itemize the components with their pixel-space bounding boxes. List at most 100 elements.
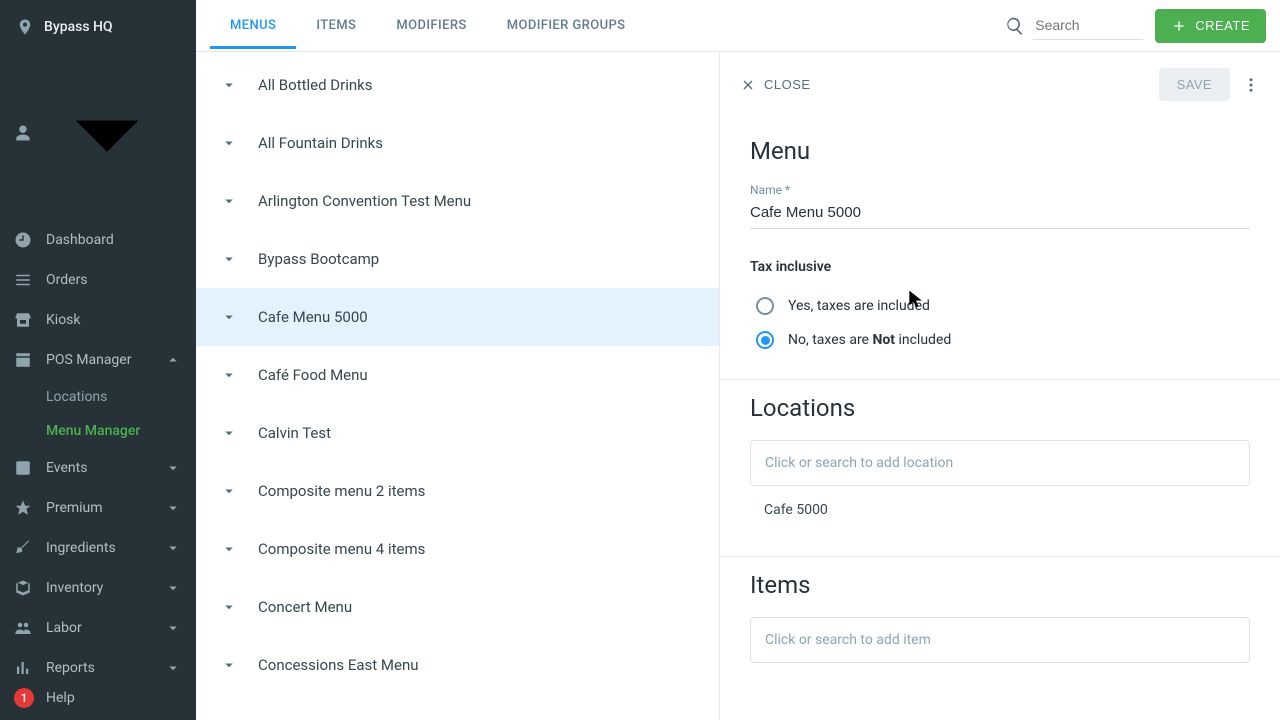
kiosk-icon: [14, 311, 32, 329]
save-button[interactable]: SAVE: [1159, 68, 1230, 101]
nav-inventory[interactable]: Inventory: [0, 568, 196, 608]
nav-label: Orders: [46, 272, 88, 288]
nav-label: Reports: [46, 660, 95, 676]
box-icon: [14, 579, 32, 597]
chevron-down-icon: [164, 539, 182, 557]
chevron-up-icon: [164, 351, 182, 369]
chevron-down-icon: [220, 482, 238, 500]
items-input[interactable]: Click or search to add item: [750, 617, 1250, 663]
chevron-down-icon: [220, 308, 238, 326]
tax-yes-radio[interactable]: Yes, taxes are included: [750, 289, 1250, 323]
locations-input[interactable]: Click or search to add location: [750, 440, 1250, 486]
create-button[interactable]: CREATE: [1155, 9, 1266, 43]
list-icon: [14, 271, 32, 289]
more-icon[interactable]: [1242, 76, 1260, 94]
menu-name: Bypass Bootcamp: [258, 250, 379, 268]
nav-kiosk[interactable]: Kiosk: [0, 300, 196, 340]
nav-label: Ingredients: [46, 540, 116, 556]
chevron-down-icon: [220, 540, 238, 558]
detail-panel: CLOSE SAVE Menu Name * Tax inclusive Yes…: [720, 52, 1280, 720]
menu-name: Composite menu 2 items: [258, 482, 425, 500]
nav-reports[interactable]: Reports: [0, 648, 196, 676]
name-field-label: Name *: [750, 183, 1250, 197]
menu-row[interactable]: Concessions East Menu: [196, 636, 719, 694]
menu-row[interactable]: Arlington Convention Test Menu: [196, 172, 719, 230]
menu-name: Cafe Menu 5000: [258, 308, 368, 326]
close-button[interactable]: CLOSE: [740, 77, 811, 93]
radio-icon: [756, 297, 774, 315]
chevron-down-icon: [164, 459, 182, 477]
search-input[interactable]: [1033, 11, 1143, 40]
radio-icon: [756, 331, 774, 349]
tag-icon: [14, 539, 32, 557]
nav-orders[interactable]: Orders: [0, 260, 196, 300]
menu-row[interactable]: Composite menu 4 items: [196, 520, 719, 578]
tax-inclusive-label: Tax inclusive: [750, 259, 1250, 275]
menu-row[interactable]: Calvin Test: [196, 404, 719, 462]
menu-row[interactable]: All Fountain Drinks: [196, 114, 719, 172]
topbar: MENUS ITEMS MODIFIERS MODIFIER GROUPS CR…: [196, 0, 1280, 52]
panel-title: Menu: [750, 137, 1250, 165]
nav-premium[interactable]: Premium: [0, 488, 196, 528]
brand-label: Bypass HQ: [44, 19, 113, 35]
menu-row[interactable]: Café Food Menu: [196, 346, 719, 404]
menu-row[interactable]: Concert Menu: [196, 578, 719, 636]
menu-name: All Bottled Drinks: [258, 76, 373, 94]
nav-label: POS Manager: [46, 352, 131, 368]
nav-label: Labor: [46, 620, 82, 636]
sidebar: Bypass HQ Dashboard Orders Kiosk POS Man…: [0, 0, 196, 720]
menu-row[interactable]: Cafe Menu 5000: [196, 288, 719, 346]
close-icon: [740, 77, 756, 93]
nav-sub-menu-manager[interactable]: Menu Manager: [0, 414, 196, 448]
radio-label: Yes, taxes are included: [788, 298, 930, 314]
user-icon: [14, 123, 32, 143]
nav-sub-locations[interactable]: Locations: [0, 380, 196, 414]
brand[interactable]: Bypass HQ: [0, 0, 196, 46]
location-item[interactable]: Cafe 5000: [750, 486, 1250, 534]
nav-pos-manager[interactable]: POS Manager: [0, 340, 196, 380]
chevron-down-icon: [220, 366, 238, 384]
close-label: CLOSE: [764, 77, 811, 92]
menu-row[interactable]: Composite menu 2 items: [196, 462, 719, 520]
pos-icon: [14, 351, 32, 369]
tab-items[interactable]: ITEMS: [296, 2, 376, 49]
user-menu[interactable]: [0, 46, 196, 220]
chevron-down-icon: [32, 58, 182, 208]
tab-modifier-groups[interactable]: MODIFIER GROUPS: [487, 2, 646, 49]
nav-label: Dashboard: [46, 232, 114, 248]
menu-name: Composite menu 4 items: [258, 540, 425, 558]
chevron-down-icon: [220, 424, 238, 442]
menu-row[interactable]: All Bottled Drinks: [196, 56, 719, 114]
nav-ingredients[interactable]: Ingredients: [0, 528, 196, 568]
chevron-down-icon: [164, 579, 182, 597]
menu-name: All Fountain Drinks: [258, 134, 383, 152]
menu-name: Café Food Menu: [258, 366, 368, 384]
chevron-down-icon: [164, 619, 182, 637]
help-badge: 1: [14, 688, 34, 708]
nav-dashboard[interactable]: Dashboard: [0, 220, 196, 260]
chevron-down-icon: [164, 659, 182, 676]
name-input[interactable]: [750, 197, 1250, 229]
radio-label: No, taxes are Not included: [788, 332, 951, 348]
tab-modifiers[interactable]: MODIFIERS: [376, 2, 486, 49]
tabs: MENUS ITEMS MODIFIERS MODIFIER GROUPS: [210, 2, 645, 49]
nav-label: Inventory: [46, 580, 103, 596]
menu-list: All Bottled Drinks All Fountain Drinks A…: [196, 52, 720, 720]
items-title: Items: [750, 571, 1250, 599]
menu-name: Calvin Test: [258, 424, 331, 442]
chevron-down-icon: [220, 250, 238, 268]
chart-icon: [14, 659, 32, 676]
chevron-down-icon: [164, 499, 182, 517]
create-label: CREATE: [1195, 18, 1250, 33]
nav-help[interactable]: 1 Help: [0, 676, 196, 720]
nav-events[interactable]: Events: [0, 448, 196, 488]
tax-no-radio[interactable]: No, taxes are Not included: [750, 323, 1250, 357]
search-icon[interactable]: [1005, 16, 1025, 36]
nav-label: Kiosk: [46, 312, 81, 328]
menu-row[interactable]: Bypass Bootcamp: [196, 230, 719, 288]
chevron-down-icon: [220, 192, 238, 210]
tab-menus[interactable]: MENUS: [210, 2, 296, 49]
nav-labor[interactable]: Labor: [0, 608, 196, 648]
locations-title: Locations: [750, 394, 1250, 422]
star-icon: [14, 499, 32, 517]
